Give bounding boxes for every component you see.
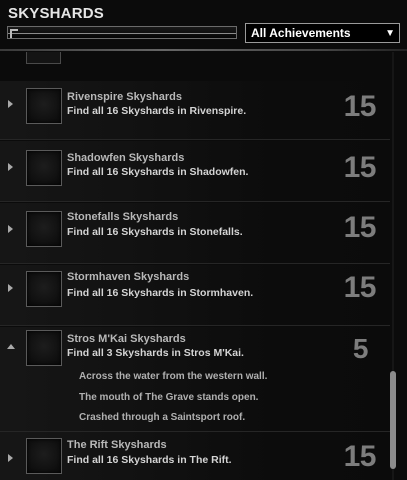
achievement-row-rivenspire[interactable]: Rivenspire Skyshards Find all 16 Skyshar… <box>0 81 390 140</box>
achievement-icon <box>26 330 62 366</box>
achievement-description: Find all 16 Skyshards in The Rift. <box>67 454 232 466</box>
achievement-points: 15 <box>343 151 377 184</box>
chevron-down-icon[interactable]: ▼ <box>385 28 395 39</box>
collapse-triangle-icon[interactable] <box>7 344 15 349</box>
achievement-title: Stormhaven Skyshards <box>67 271 190 283</box>
achievement-row-the-rift[interactable]: The Rift Skyshards Find all 16 Skyshards… <box>0 432 390 480</box>
achievement-list[interactable]: Rivenspire Skyshards Find all 16 Skyshar… <box>0 52 390 480</box>
achievement-icon <box>26 211 62 247</box>
achievement-description: Find all 16 Skyshards in Stormhaven. <box>67 287 254 299</box>
criteria-item: Across the water from the western wall. <box>79 371 268 382</box>
page-title: SKYSHARDS <box>8 5 104 22</box>
dropdown-selected-value: All Achievements <box>251 26 351 40</box>
achievement-title: The Rift Skyshards <box>67 439 167 451</box>
achievement-row-stros-mkai[interactable]: Stros M'Kai Skyshards Find all 3 Skyshar… <box>0 327 390 432</box>
achievement-row-shadowfen[interactable]: Shadowfen Skyshards Find all 16 Skyshard… <box>0 141 390 202</box>
criteria-item: Crashed through a Saintsport roof. <box>79 412 246 423</box>
achievement-filter-dropdown[interactable]: All Achievements ▼ <box>245 23 400 43</box>
criteria-item: The mouth of The Grave stands open. <box>79 392 259 403</box>
achievement-title: Stonefalls Skyshards <box>67 211 179 223</box>
achievement-points: 15 <box>343 271 377 304</box>
achievement-points: 5 <box>352 333 369 364</box>
scrollbar-thumb[interactable] <box>390 371 396 469</box>
achievement-title: Rivenspire Skyshards <box>67 91 182 103</box>
expand-triangle-icon[interactable] <box>8 454 13 462</box>
expand-triangle-icon[interactable] <box>8 225 13 233</box>
achievement-icon <box>26 52 61 64</box>
expand-triangle-icon[interactable] <box>8 284 13 292</box>
achievement-points: 15 <box>343 440 377 473</box>
achievement-points: 15 <box>343 211 377 244</box>
achievement-title: Shadowfen Skyshards <box>67 152 185 164</box>
achievement-icon <box>26 271 62 307</box>
achievement-icon <box>26 150 62 186</box>
achievement-title: Stros M'Kai Skyshards <box>67 333 186 345</box>
achievement-description: Find all 16 Skyshards in Rivenspire. <box>67 105 247 117</box>
achievement-description: Find all 16 Skyshards in Shadowfen. <box>67 166 249 178</box>
achievement-description: Find all 16 Skyshards in Stonefalls. <box>67 226 243 238</box>
achievement-description: Find all 3 Skyshards in Stros M'Kai. <box>67 347 244 359</box>
achievement-points: 15 <box>343 90 377 123</box>
progress-bar <box>7 26 237 39</box>
achievement-row-stormhaven[interactable]: Stormhaven Skyshards Find all 16 Skyshar… <box>0 265 390 326</box>
header-divider <box>0 49 407 51</box>
achievement-row-stonefalls[interactable]: Stonefalls Skyshards Find all 16 Skyshar… <box>0 203 390 264</box>
achievement-icon <box>26 438 62 474</box>
achievement-icon <box>26 88 62 124</box>
expand-triangle-icon[interactable] <box>8 163 13 171</box>
expand-triangle-icon[interactable] <box>8 100 13 108</box>
